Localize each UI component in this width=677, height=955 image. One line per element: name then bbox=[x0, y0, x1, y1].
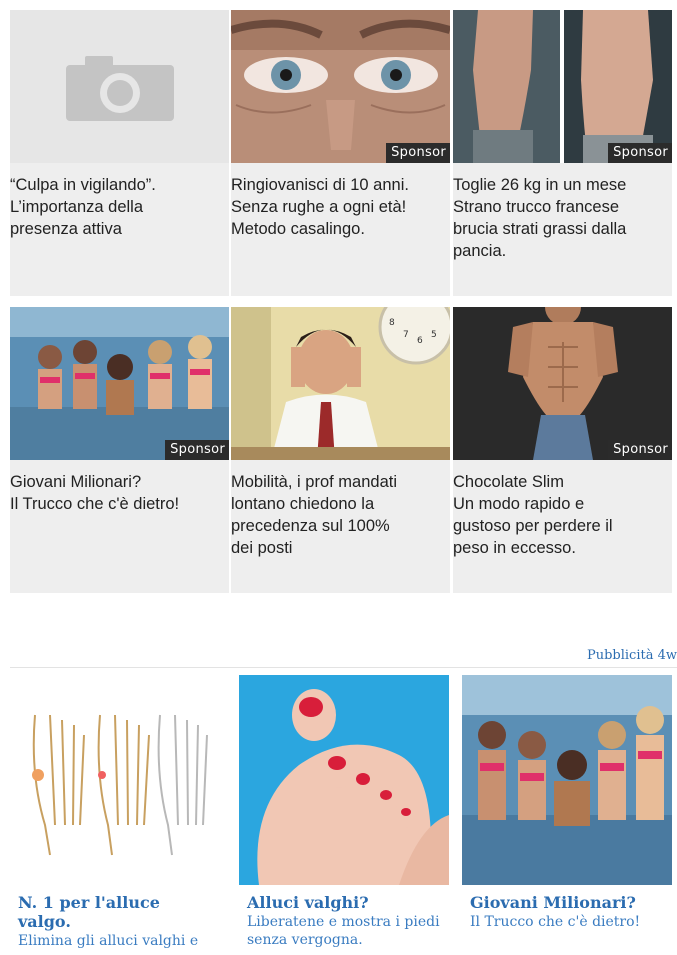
shirtless-man-image bbox=[453, 307, 672, 460]
ad-title[interactable]: Giovani Milionari? bbox=[470, 893, 670, 912]
ad-description[interactable]: Il Trucco che c'è dietro! bbox=[470, 913, 677, 931]
ad-network-label[interactable]: Pubblicità 4w bbox=[587, 648, 677, 663]
sponsor-badge: Sponsor bbox=[386, 143, 450, 163]
card-giovani-milionari[interactable]: Sponsor Giovani Milionari? Il Trucco che… bbox=[10, 307, 229, 593]
ad-image[interactable] bbox=[10, 675, 220, 885]
ad-title[interactable]: Alluci valghi? bbox=[247, 893, 447, 912]
card-caption[interactable]: Toglie 26 kg in un mese Strano trucco fr… bbox=[453, 174, 668, 262]
thumbnail-shirtless-man[interactable]: Sponsor bbox=[453, 307, 672, 460]
painted-toes-image bbox=[239, 675, 449, 885]
card-caption[interactable]: Mobilità, i prof mandati lontano chiedon… bbox=[231, 471, 446, 559]
hot-tub-group-image bbox=[462, 675, 672, 885]
thumbnail-eyes[interactable]: Sponsor bbox=[231, 10, 450, 163]
eyes-closeup-image bbox=[231, 10, 450, 163]
sponsor-badge: Sponsor bbox=[165, 440, 229, 460]
thumbnail-stressed-man[interactable]: 8 7 6 5 bbox=[231, 307, 450, 460]
ad-description[interactable]: Elimina gli alluci valghi e bbox=[18, 932, 228, 950]
ad-card-alluce-valgo[interactable]: N. 1 per l'alluce valgo. Elimina gli all… bbox=[10, 675, 220, 955]
ad-image[interactable] bbox=[462, 675, 672, 885]
ad-title[interactable]: N. 1 per l'alluce valgo. bbox=[18, 893, 218, 931]
svg-text:6: 6 bbox=[417, 336, 423, 346]
ad-image[interactable] bbox=[239, 675, 449, 885]
hot-tub-group-image bbox=[10, 307, 229, 460]
stressed-man-clock-image: 8 7 6 5 bbox=[231, 307, 450, 460]
sponsor-badge: Sponsor bbox=[608, 143, 672, 163]
svg-text:5: 5 bbox=[431, 330, 437, 340]
svg-text:8: 8 bbox=[389, 318, 395, 328]
camera-placeholder-icon bbox=[10, 10, 229, 163]
card-caption[interactable]: Giovani Milionari? Il Trucco che c'è die… bbox=[10, 471, 225, 515]
ad-card-giovani-milionari[interactable]: Giovani Milionari? Il Trucco che c'è die… bbox=[462, 675, 672, 955]
thumbnail-placeholder[interactable] bbox=[10, 10, 229, 163]
card-chocolate-slim[interactable]: Sponsor Chocolate Slim Un modo rapido e … bbox=[453, 307, 672, 593]
card-caption[interactable]: Chocolate Slim Un modo rapido e gustoso … bbox=[453, 471, 668, 559]
sponsor-badge: Sponsor bbox=[608, 440, 672, 460]
card-mobilita-prof[interactable]: 8 7 6 5 Mobilità, i prof mandati lontano… bbox=[231, 307, 450, 593]
card-culpa-in-vigilando[interactable]: “Culpa in vigilando”. L’importanza della… bbox=[10, 10, 229, 296]
thumbnail-torso[interactable]: Sponsor bbox=[453, 10, 672, 163]
card-toglie-26-kg[interactable]: Sponsor Toglie 26 kg in un mese Strano t… bbox=[453, 10, 672, 296]
svg-text:7: 7 bbox=[403, 330, 409, 340]
section-divider bbox=[10, 667, 677, 668]
ad-card-alluci-valghi[interactable]: Alluci valghi? Liberatene e mostra i pie… bbox=[239, 675, 449, 955]
card-caption[interactable]: “Culpa in vigilando”. L’importanza della… bbox=[10, 174, 225, 240]
card-ringiovanisci[interactable]: Sponsor Ringiovanisci di 10 anni. Senza … bbox=[231, 10, 450, 296]
card-caption[interactable]: Ringiovanisci di 10 anni. Senza rughe a … bbox=[231, 174, 446, 240]
ad-description[interactable]: Liberatene e mostra i piedi senza vergog… bbox=[247, 913, 457, 949]
thumbnail-hot-tub[interactable]: Sponsor bbox=[10, 307, 229, 460]
torso-comparison-image bbox=[453, 10, 672, 163]
foot-bones-diagram bbox=[10, 675, 220, 885]
